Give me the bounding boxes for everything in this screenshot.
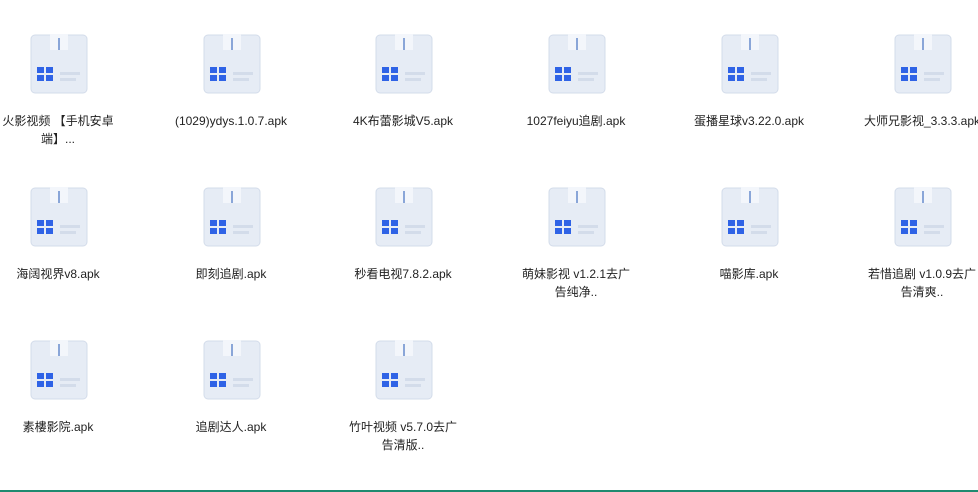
file-name: 萌妹影视 v1.2.1去广告纯净.. — [521, 267, 631, 299]
file-item[interactable]: 喵影库.apk — [689, 187, 809, 327]
apk-package-icon — [30, 340, 88, 400]
file-item[interactable]: 秒看电视7.8.2.apk — [343, 187, 463, 327]
file-item[interactable]: 追剧达人.apk — [171, 340, 291, 480]
file-name: 4K布蕾影城V5.apk — [352, 114, 454, 128]
apk-package-icon — [375, 34, 433, 94]
apk-package-icon — [548, 34, 606, 94]
apk-package-icon — [894, 187, 952, 247]
file-item[interactable]: 1027feiyu追剧.apk — [516, 34, 636, 174]
apk-package-icon — [203, 340, 261, 400]
file-item[interactable]: 竹叶视频 v5.7.0去广告清版.. — [343, 340, 463, 480]
file-name: 即刻追剧.apk — [195, 267, 267, 281]
apk-package-icon — [375, 340, 433, 400]
file-name: (1029)ydys.1.0.7.apk — [174, 114, 288, 128]
file-item[interactable]: 若惜追剧 v1.0.9去广告清爽.. — [862, 187, 978, 327]
file-item[interactable]: 火影视频 【手机安卓端】... — [0, 34, 118, 174]
file-name: 海阔视界v8.apk — [16, 267, 100, 281]
file-item[interactable]: 大师兄影视_3.3.3.apk — [862, 34, 978, 174]
apk-package-icon — [375, 187, 433, 247]
file-name: 火影视频 【手机安卓端】... — [2, 114, 114, 146]
file-name: 秒看电视7.8.2.apk — [354, 267, 452, 281]
file-item[interactable]: (1029)ydys.1.0.7.apk — [171, 34, 291, 174]
file-name: 追剧达人.apk — [195, 420, 267, 434]
file-name: 竹叶视频 v5.7.0去广告清版.. — [348, 420, 458, 452]
file-item[interactable]: 萌妹影视 v1.2.1去广告纯净.. — [516, 187, 636, 327]
file-item[interactable]: 蛋播星球v3.22.0.apk — [689, 34, 809, 174]
file-item[interactable]: 海阔视界v8.apk — [0, 187, 118, 327]
file-name: 大师兄影视_3.3.3.apk — [863, 114, 978, 128]
file-name: 若惜追剧 v1.0.9去广告清爽.. — [867, 267, 977, 299]
apk-package-icon — [721, 187, 779, 247]
file-name: 喵影库.apk — [719, 267, 779, 281]
file-name: 素樓影院.apk — [22, 420, 94, 434]
apk-package-icon — [30, 34, 88, 94]
apk-package-icon — [203, 187, 261, 247]
file-name: 蛋播星球v3.22.0.apk — [693, 114, 805, 128]
file-name: 1027feiyu追剧.apk — [526, 114, 626, 128]
apk-package-icon — [30, 187, 88, 247]
file-item[interactable]: 4K布蕾影城V5.apk — [343, 34, 463, 174]
apk-package-icon — [721, 34, 779, 94]
apk-package-icon — [548, 187, 606, 247]
file-item[interactable]: 即刻追剧.apk — [171, 187, 291, 327]
file-item[interactable]: 素樓影院.apk — [0, 340, 118, 480]
apk-package-icon — [203, 34, 261, 94]
file-grid: 火影视频 【手机安卓端】... (1029)ydys.1.0.7.apk 4K布… — [0, 0, 978, 492]
apk-package-icon — [894, 34, 952, 94]
